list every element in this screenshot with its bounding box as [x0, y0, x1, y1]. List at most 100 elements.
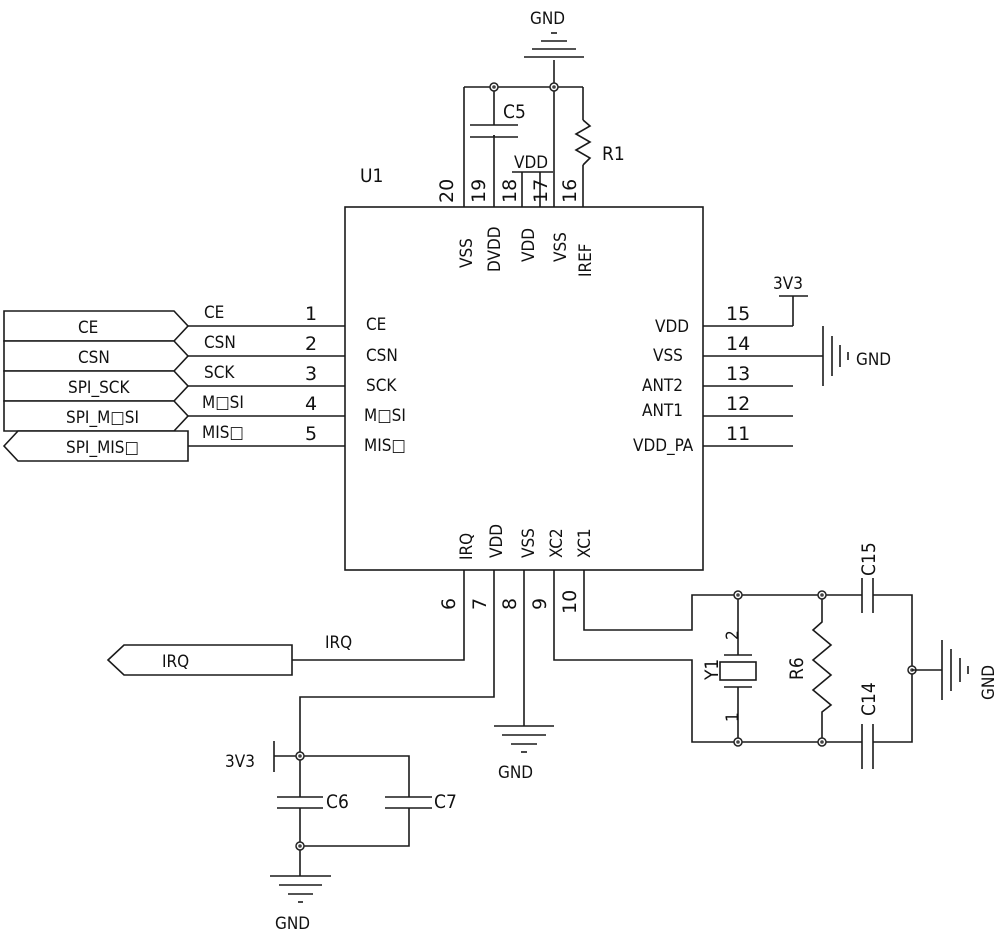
c7-label: C7 [434, 791, 457, 813]
junction [817, 737, 827, 747]
v3v3-label-left: 3V3 [225, 752, 255, 772]
port-label-spi-sck: SPI_SCK [68, 378, 130, 398]
pin-name-5: MIS□ [364, 436, 406, 456]
r6-label: R6 [786, 657, 808, 680]
net-label-sck: SCK [204, 363, 235, 383]
pin-num-5: 5 [305, 423, 317, 445]
pin-name-19: DVDD [485, 227, 505, 273]
pin-name-6: IRQ [457, 533, 477, 560]
pin-num-18: 18 [499, 179, 521, 203]
pin-name-7: VDD [487, 524, 507, 558]
junction [733, 590, 743, 600]
pin-name-20: VSS [457, 238, 477, 268]
port-irq: IRQ IRQ [106, 633, 352, 676]
gnd-label-right: GND [856, 350, 891, 370]
port-ce: CE [3, 310, 190, 342]
pin-name-18: VDD [519, 228, 539, 262]
pin-num-8: 8 [499, 598, 521, 610]
pin-num-16: 16 [559, 179, 581, 203]
pin-name-14: VSS [653, 346, 683, 366]
ground-symbol-right: GND [822, 326, 891, 386]
pin-name-1: CE [366, 315, 386, 335]
capacitor-c14: C14 [858, 682, 880, 769]
ground-symbol-pin8: GND [494, 725, 554, 783]
port-spi-sck: SPI_SCK [3, 370, 190, 402]
y1-pin2-label: 2 [723, 630, 743, 640]
pin-name-3: SCK [366, 376, 397, 396]
c15-label: C15 [858, 542, 880, 576]
pin-name-15: VDD [655, 317, 689, 337]
pin-name-10: XC1 [575, 528, 595, 558]
net-label-mosi: M□SI [202, 393, 244, 413]
pin-num-12: 12 [726, 393, 750, 415]
ground-symbol-bottom-left: GND [270, 875, 331, 934]
pin-name-4: M□SI [364, 406, 406, 426]
y1-pin1-label: 1 [723, 712, 743, 722]
pin-name-12: ANT1 [642, 401, 683, 421]
junction [549, 82, 559, 92]
capacitor-c5: C5 [470, 101, 526, 138]
r1-label: R1 [602, 143, 625, 165]
pin-num-3: 3 [305, 363, 317, 385]
port-label-csn: CSN [78, 348, 110, 368]
gnd-label-bottom-left: GND [275, 914, 310, 934]
pin-name-17: VSS [551, 232, 571, 262]
pin-num-17: 17 [530, 179, 552, 203]
bottom-pins: 6 7 8 9 10 IRQ VDD VSS XC2 XC1 [292, 524, 738, 756]
capacitor-c7: C7 [385, 791, 457, 813]
port-csn: CSN [3, 340, 190, 372]
crystal-y1: Y1 2 1 [701, 595, 757, 742]
pin-num-11: 11 [726, 423, 750, 445]
ground-symbol-crystal: GND [912, 640, 999, 700]
pin-name-9: XC2 [547, 528, 567, 558]
port-label-irq: IRQ [162, 652, 189, 672]
c5-label: C5 [503, 101, 526, 123]
port-spi-miso: SPI_MIS□ [2, 430, 189, 462]
pin-name-11: VDD_PA [633, 436, 694, 456]
schematic-diagram: U1 20 19 18 17 16 VSS DVDD VDD VSS IREF … [2, 9, 999, 934]
port-label-spi-miso: SPI_MIS□ [66, 438, 139, 458]
pin-num-10: 10 [559, 590, 581, 614]
pin-num-19: 19 [468, 179, 490, 203]
pin-num-14: 14 [726, 333, 750, 355]
net-label-ce: CE [204, 303, 224, 323]
pin-num-4: 4 [305, 393, 317, 415]
pin-name-8: VSS [519, 528, 539, 558]
gnd-label-pin8: GND [498, 763, 533, 783]
gnd-label-crystal: GND [979, 665, 999, 700]
pin-num-13: 13 [726, 363, 750, 385]
resistor-r1: R1 [574, 119, 625, 166]
pin-name-13: ANT2 [642, 376, 683, 396]
pin-name-16: IREF [576, 243, 596, 277]
chip-refdes: U1 [360, 165, 383, 187]
port-label-spi-mosi: SPI_M□SI [66, 408, 139, 428]
ground-symbol-top: GND [524, 9, 584, 58]
net-label-csn: CSN [204, 333, 236, 353]
junction [733, 737, 743, 747]
junction [817, 590, 827, 600]
pin-num-2: 2 [305, 333, 317, 355]
gnd-label-top: GND [530, 9, 565, 29]
left-pins: 1 2 3 4 5 CE CSN SCK M□SI MIS□ CE CSN SC… [188, 303, 406, 456]
net-label-irq: IRQ [325, 633, 352, 653]
port-spi-mosi: SPI_M□SI [3, 400, 190, 432]
c14-label: C14 [858, 682, 880, 716]
pin-num-1: 1 [305, 303, 317, 325]
junction [489, 82, 499, 92]
port-label-ce: CE [78, 318, 98, 338]
net-label-miso: MIS□ [202, 423, 244, 443]
pin-num-7: 7 [469, 598, 491, 610]
c6-label: C6 [326, 791, 349, 813]
y1-label: Y1 [701, 659, 723, 681]
capacitor-c6: C6 [277, 791, 349, 813]
pin-num-15: 15 [726, 303, 750, 325]
vdd-label-top: VDD [514, 153, 548, 173]
junction [295, 841, 305, 851]
v3v3-label-right: 3V3 [773, 274, 803, 294]
pin-num-9: 9 [529, 598, 551, 610]
right-pins: 15 14 13 12 11 VDD VSS ANT2 ANT1 VDD_PA [633, 295, 823, 456]
pin-num-20: 20 [436, 179, 458, 203]
junction [295, 751, 305, 761]
pin-name-2: CSN [366, 346, 398, 366]
pin-num-6: 6 [438, 598, 460, 610]
